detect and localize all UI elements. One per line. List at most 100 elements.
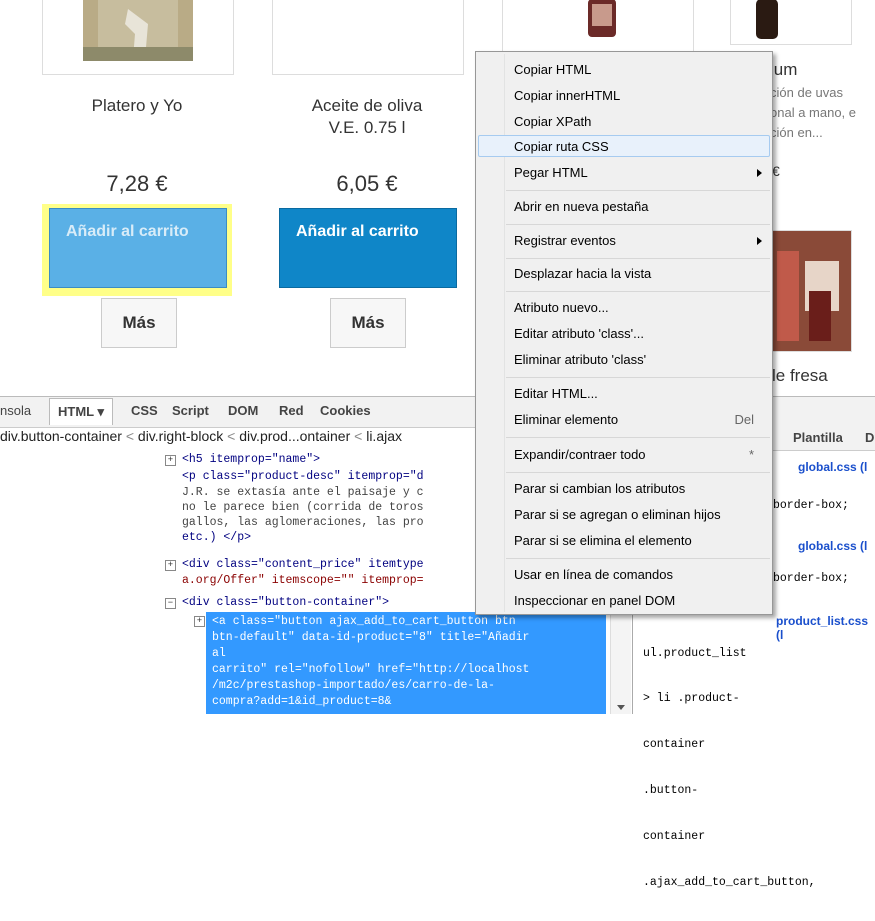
selector-line: .ajax_add_to_cart_button,: [643, 876, 816, 890]
desc-line: ción de uvas: [770, 85, 843, 100]
product-image-platero[interactable]: [42, 0, 234, 75]
desc-line: onal a mano, e: [770, 105, 857, 120]
product-name[interactable]: Aceite de oliva V.E. 0.75 l: [272, 95, 462, 139]
menu-item-new-attribute[interactable]: Atributo nuevo...: [514, 300, 609, 316]
more-button[interactable]: Más: [101, 298, 177, 348]
code-line[interactable]: <p class="product-desc" itemprop="d: [182, 469, 424, 484]
breadcrumb: div.button-container < div.right-block <…: [0, 428, 480, 450]
scroll-down-icon[interactable]: [617, 705, 625, 710]
code-line[interactable]: a.org/Offer" itemscope="" itemprop=: [182, 573, 424, 588]
menu-item-open-new-tab[interactable]: Abrir en nueva pestaña: [514, 199, 648, 215]
breadcrumb-item[interactable]: div.right-block: [138, 428, 223, 444]
menu-item-break-attr-change[interactable]: Parar si cambian los atributos: [514, 481, 685, 497]
code-line[interactable]: gallos, las aglomeraciones, las pro: [182, 515, 424, 530]
menu-separator: [506, 558, 770, 559]
breadcrumb-separator: <: [125, 428, 135, 444]
collapse-toggle-icon[interactable]: −: [165, 598, 176, 609]
product-image-aceite[interactable]: [272, 0, 464, 75]
menu-item-inspect-dom[interactable]: Inspeccionar en panel DOM: [514, 593, 675, 609]
menu-separator: [506, 224, 770, 225]
code-line: al: [212, 647, 226, 660]
bottles-photo: [771, 231, 851, 351]
menu-item-log-events[interactable]: Registrar eventos: [514, 233, 616, 249]
tab-script[interactable]: Script: [172, 403, 209, 418]
selector-line: container: [643, 738, 706, 752]
shortcut-asterisk: *: [748, 447, 754, 462]
menu-item-copy-css-path[interactable]: Copiar ruta CSS: [514, 139, 609, 155]
selector-line: .button-: [643, 784, 699, 798]
css-rule[interactable]: border-box;: [773, 571, 849, 586]
code-line[interactable]: etc.) </p>: [182, 530, 251, 545]
code-line: compra?add=1&id_product=8&: [212, 695, 392, 708]
tab-console[interactable]: nsola: [0, 403, 31, 418]
menu-item-expand-collapse[interactable]: Expandir/contraer todo: [514, 447, 646, 463]
menu-item-copy-html[interactable]: Copiar HTML: [514, 62, 591, 78]
breadcrumb-item[interactable]: div.button-container: [0, 428, 122, 444]
code-line[interactable]: <div class="button-container">: [182, 595, 389, 610]
product-name-line: V.E. 0.75 l: [328, 118, 406, 137]
menu-item-edit-class[interactable]: Editar atributo 'class'...: [514, 326, 644, 342]
menu-item-copy-innerhtml[interactable]: Copiar innerHTML: [514, 88, 620, 104]
menu-item-use-command-line[interactable]: Usar en línea de comandos: [514, 567, 673, 583]
breadcrumb-item[interactable]: li.ajax: [366, 428, 402, 444]
tab-css[interactable]: CSS: [131, 403, 158, 418]
menu-item-delete-class[interactable]: Eliminar atributo 'class': [514, 352, 646, 368]
product-photo: [83, 0, 193, 61]
product-image-partial-2[interactable]: [770, 230, 852, 352]
menu-separator: [506, 291, 770, 292]
code-line: carrito" rel="nofollow" href="http://loc…: [212, 663, 530, 676]
code-line: btn-default" data-id-product="8" title="…: [212, 631, 530, 644]
code-line[interactable]: no le parece bien (corrida de toros: [182, 500, 424, 515]
menu-separator: [506, 472, 770, 473]
code-line[interactable]: J.R. se extasía ante el paisaje y c: [182, 485, 424, 500]
expand-toggle-icon[interactable]: +: [194, 616, 205, 627]
tab-dom-side[interactable]: D: [865, 430, 874, 445]
menu-item-break-remove[interactable]: Parar si se elimina el elemento: [514, 533, 692, 549]
menu-separator: [506, 258, 770, 259]
css-rule[interactable]: border-box;: [773, 498, 849, 513]
product-name-line: Aceite de oliva: [311, 96, 423, 115]
menu-item-edit-html[interactable]: Editar HTML...: [514, 386, 598, 402]
product-price: 6,05 €: [336, 171, 398, 196]
selector-line: ul.product_list: [643, 646, 747, 660]
tab-dom[interactable]: DOM: [228, 403, 258, 418]
code-line: /m2c/prestashop-importado/es/carro-de-la…: [212, 679, 495, 692]
tab-red[interactable]: Red: [279, 403, 304, 418]
partial-price: €: [772, 163, 780, 179]
menu-separator: [506, 190, 770, 191]
selector-line: container: [643, 830, 706, 844]
add-to-cart-button[interactable]: Añadir al carrito: [49, 208, 227, 288]
shortcut-del: Del: [734, 412, 754, 427]
product-name[interactable]: Platero y Yo: [42, 95, 232, 117]
menu-item-scroll-into-view[interactable]: Desplazar hacia la vista: [514, 266, 651, 282]
stylesheet-link[interactable]: global.css (l: [798, 460, 867, 474]
code-line[interactable]: <h5 itemprop="name">: [182, 452, 320, 467]
partial-product-desc: ción de uvas onal a mano, e ción en...: [770, 83, 856, 143]
product-image-partial[interactable]: [730, 0, 852, 45]
menu-item-delete-element[interactable]: Eliminar elemento: [514, 412, 618, 428]
selector-line: > li .product-: [643, 692, 740, 706]
breadcrumb-separator: <: [354, 428, 363, 444]
menu-separator: [506, 377, 770, 378]
code-line: <a class="button ajax_add_to_cart_button…: [212, 615, 516, 628]
partial-product-title[interactable]: ium: [770, 60, 797, 80]
tab-cookies[interactable]: Cookies: [320, 403, 371, 418]
tab-html[interactable]: HTML ▾: [49, 398, 114, 425]
stylesheet-link[interactable]: global.css (l: [798, 539, 867, 553]
menu-item-break-child-change[interactable]: Parar si se agregan o eliminan hijos: [514, 507, 721, 523]
expand-toggle-icon[interactable]: +: [165, 560, 176, 571]
menu-separator: [506, 437, 770, 438]
breadcrumb-item[interactable]: div.prod...ontainer: [239, 428, 350, 444]
selected-node[interactable]: <a class="button ajax_add_to_cart_button…: [206, 612, 606, 714]
more-button[interactable]: Más: [330, 298, 406, 348]
submenu-arrow-icon: [757, 169, 762, 177]
menu-item-paste-html[interactable]: Pegar HTML: [514, 165, 588, 181]
bottle-photo: [756, 0, 778, 39]
menu-item-copy-xpath[interactable]: Copiar XPath: [514, 114, 591, 130]
partial-product-name[interactable]: le fresa: [772, 366, 828, 386]
add-to-cart-button[interactable]: Añadir al carrito: [279, 208, 457, 288]
css-selector[interactable]: ul.product_list > li .product- container…: [643, 615, 816, 921]
tab-plantilla[interactable]: Plantilla: [793, 430, 843, 445]
expand-toggle-icon[interactable]: +: [165, 455, 176, 466]
code-line[interactable]: <div class="content_price" itemtype: [182, 557, 424, 572]
